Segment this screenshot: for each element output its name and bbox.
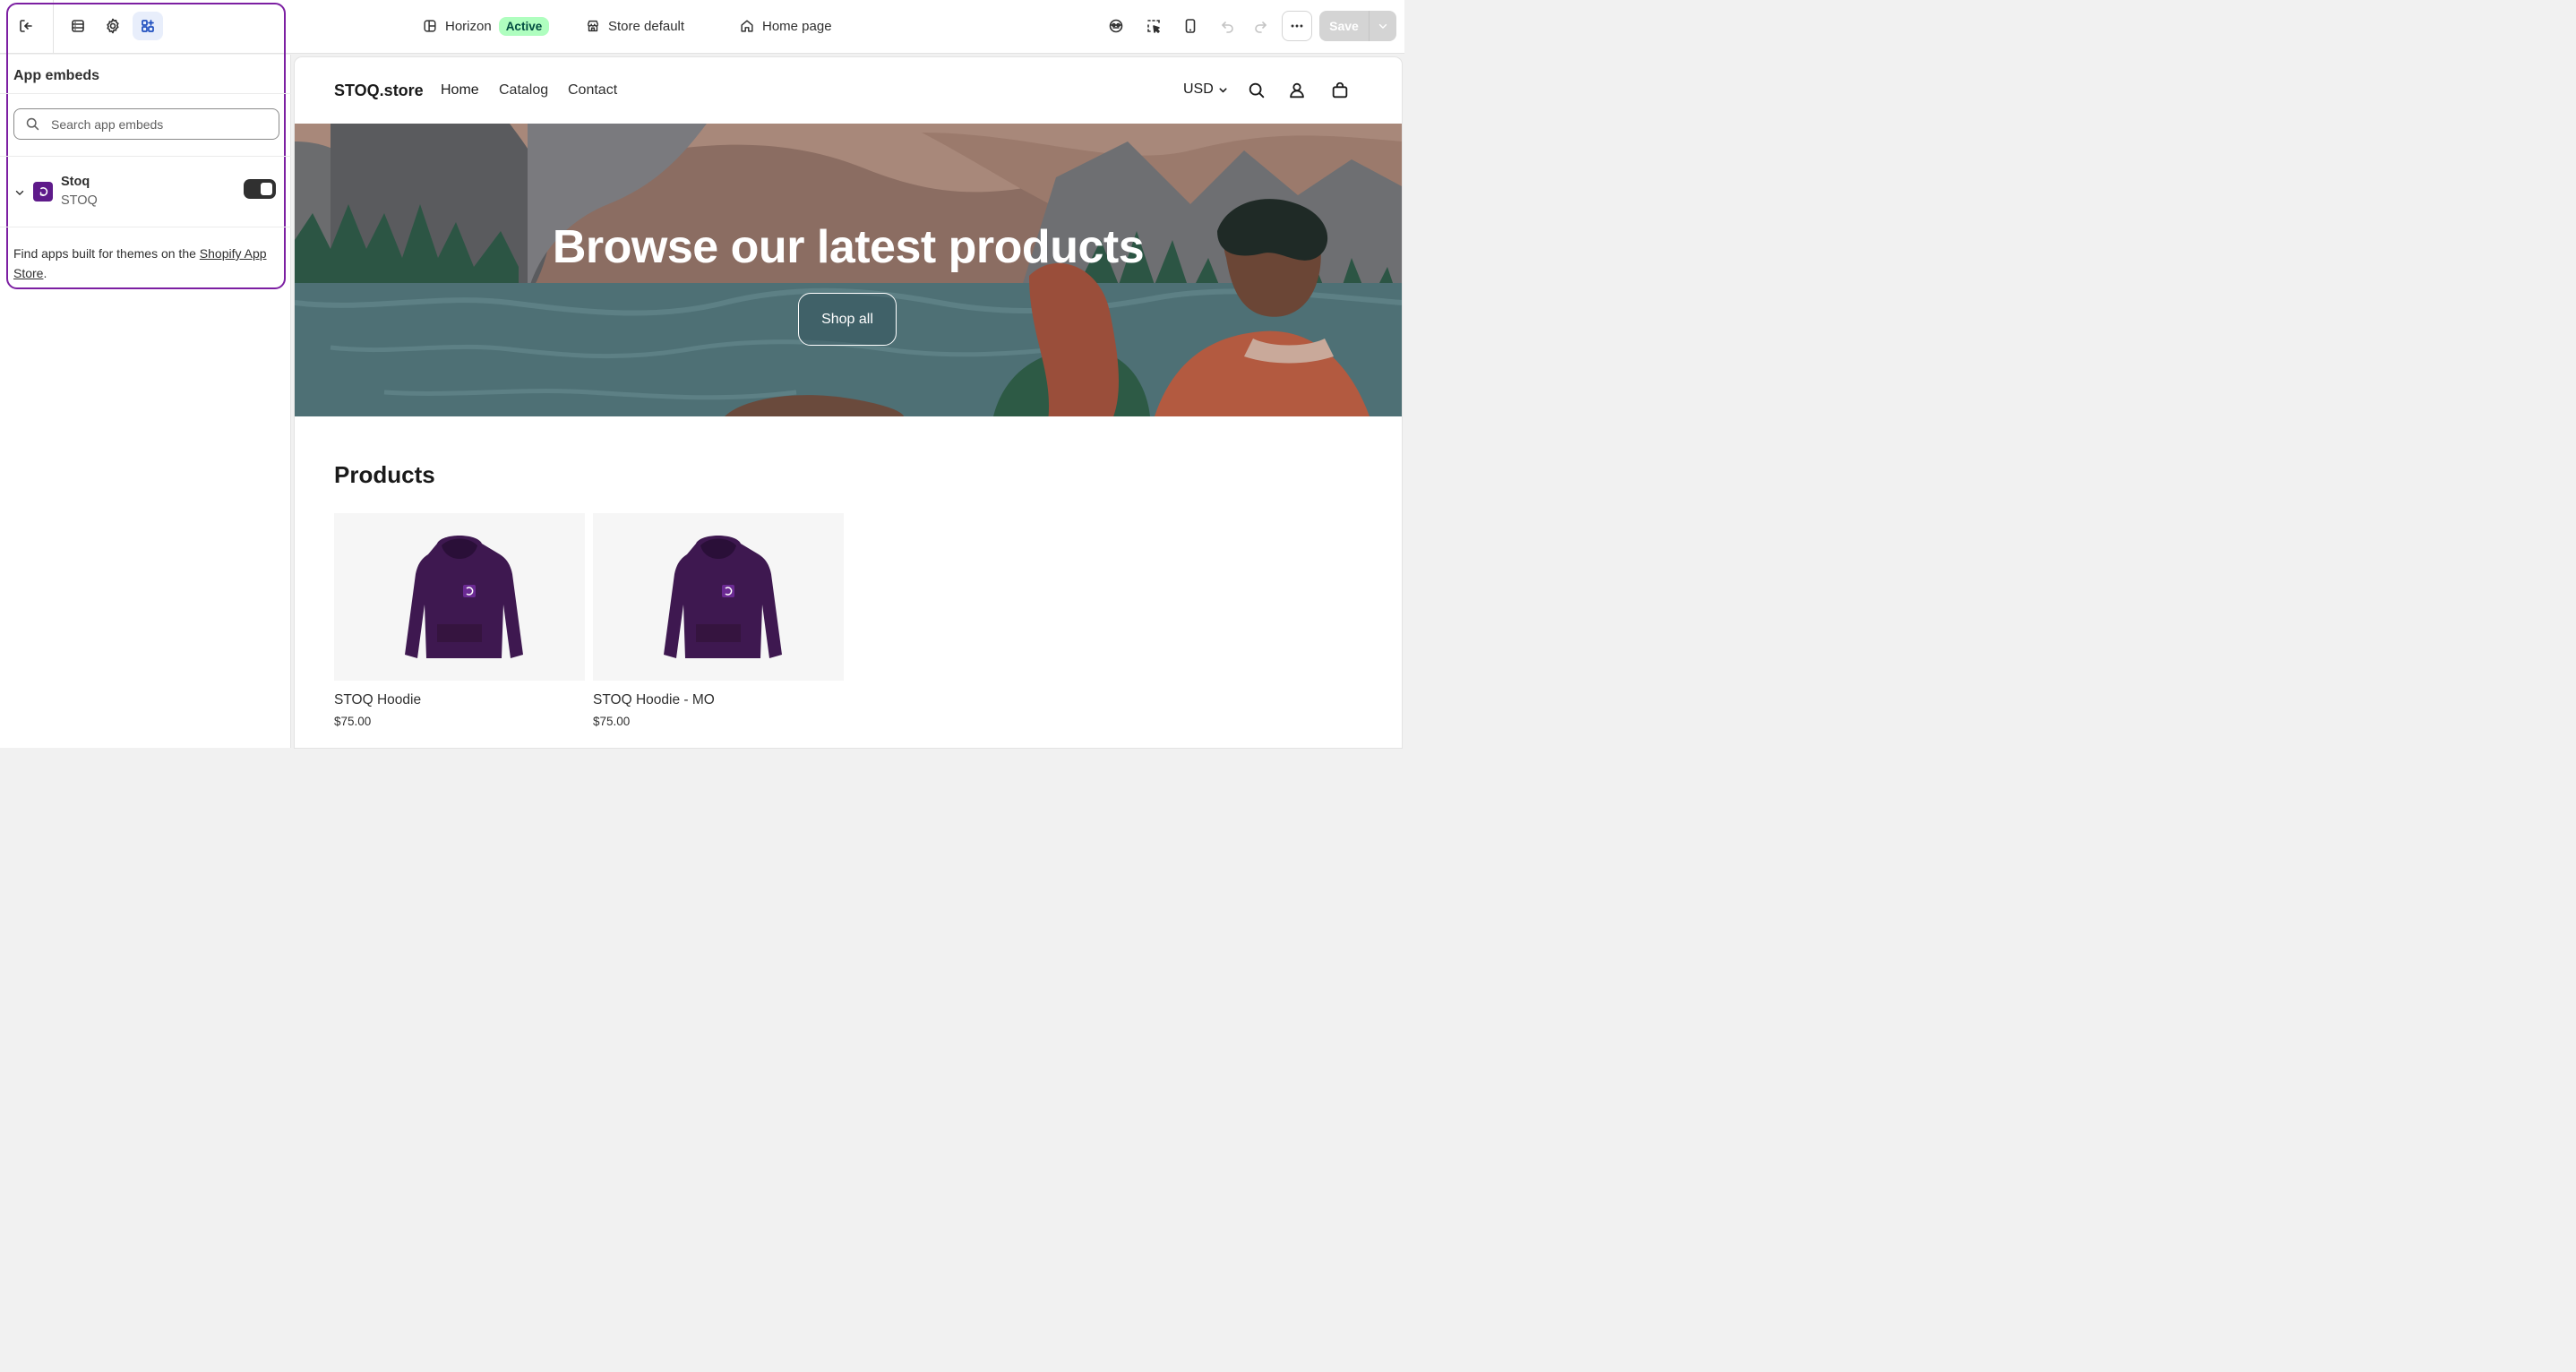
sections-button[interactable] — [63, 12, 93, 40]
gear-icon — [107, 18, 119, 34]
nav-link-home[interactable]: Home — [441, 82, 479, 99]
search-icon[interactable] — [1247, 81, 1267, 100]
app-name: Stoq — [61, 175, 90, 189]
theme-name: Horizon — [445, 18, 492, 34]
editor-topbar: Horizon Active Store default Home page S… — [0, 0, 1404, 54]
hoodie-image-icon — [664, 536, 782, 658]
search-app-embeds — [13, 108, 279, 140]
theme-selector[interactable]: Horizon Active — [422, 13, 550, 39]
ellipsis-icon — [1291, 24, 1303, 28]
page-template-selector[interactable]: Home page — [739, 13, 832, 39]
hoodie-image-icon — [405, 536, 523, 658]
sections-icon — [72, 20, 84, 32]
store-context-selector[interactable]: Store default — [585, 13, 684, 39]
currency-selector[interactable]: USD — [1183, 81, 1229, 98]
hero-title: Browse our latest products — [552, 221, 1145, 273]
stoq-logo-icon — [33, 182, 53, 202]
nav-link-contact[interactable]: Contact — [568, 82, 617, 99]
chevron-down-icon — [1378, 23, 1387, 29]
app-vendor: STOQ — [61, 193, 98, 208]
theme-status-badge: Active — [498, 16, 550, 36]
undo-icon — [1222, 21, 1233, 33]
app-embeds-button[interactable] — [133, 12, 163, 40]
save-button-group: Save — [1319, 11, 1396, 41]
product-price: $75.00 — [593, 715, 631, 728]
app-store-note-suffix: . — [43, 266, 47, 280]
cursor-select-icon — [1147, 20, 1160, 33]
store-icon — [587, 20, 599, 32]
toggle-knob — [261, 183, 272, 195]
layout-icon — [424, 20, 436, 32]
inspector-icon — [1109, 19, 1123, 33]
panel-divider — [0, 93, 291, 94]
mobile-icon — [1185, 19, 1196, 33]
select-element-button[interactable] — [1138, 12, 1169, 40]
hero-banner: Browse our latest products Shop all — [295, 124, 1402, 416]
currency-label: USD — [1183, 81, 1214, 97]
theme-settings-button[interactable] — [98, 12, 128, 40]
mobile-preview-button[interactable] — [1175, 12, 1206, 40]
cart-bag-icon[interactable] — [1330, 81, 1350, 100]
save-options-button[interactable] — [1370, 11, 1396, 41]
topbar-divider — [53, 0, 54, 54]
product-card[interactable]: STOQ Hoodie - MO $75.00 — [593, 513, 844, 728]
nav-link-catalog[interactable]: Catalog — [499, 82, 548, 99]
page-template-label: Home page — [762, 18, 832, 34]
store-header: STOQ.store Home Catalog Contact USD — [295, 57, 1402, 124]
shop-all-button[interactable]: Shop all — [798, 293, 897, 346]
product-image[interactable] — [593, 513, 844, 681]
more-actions-button[interactable] — [1282, 11, 1312, 41]
editor-sidebar — [0, 55, 291, 748]
redo-button[interactable] — [1245, 12, 1275, 40]
account-icon[interactable] — [1287, 81, 1307, 100]
product-price: $75.00 — [334, 715, 372, 728]
apps-icon — [142, 20, 154, 32]
app-embed-item-stoq[interactable]: Stoq STOQ — [13, 173, 279, 212]
search-input[interactable] — [51, 116, 266, 132]
app-embed-toggle[interactable] — [244, 179, 276, 199]
product-name[interactable]: STOQ Hoodie — [334, 692, 421, 708]
chevron-down-icon — [1219, 87, 1227, 92]
store-brand[interactable]: STOQ.store — [334, 81, 424, 100]
store-context-label: Store default — [608, 18, 685, 34]
save-button[interactable]: Save — [1319, 11, 1370, 41]
exit-icon — [20, 20, 32, 32]
product-name[interactable]: STOQ Hoodie - MO — [593, 692, 715, 708]
product-image[interactable] — [334, 513, 585, 681]
storefront-preview: STOQ.store Home Catalog Contact USD Brow… — [295, 57, 1402, 748]
app-store-note-prefix: Find apps built for themes on the — [13, 246, 200, 261]
home-icon — [741, 20, 753, 32]
panel-title: App embeds — [13, 68, 100, 83]
redo-icon — [1255, 21, 1267, 33]
search-divider — [0, 156, 291, 157]
search-icon — [26, 117, 39, 131]
undo-button[interactable] — [1213, 12, 1243, 40]
chevron-down-icon[interactable] — [13, 186, 26, 199]
exit-editor-button[interactable] — [11, 12, 41, 40]
products-heading: Products — [334, 461, 435, 488]
preview-inspector-button[interactable] — [1101, 12, 1131, 40]
app-store-note: Find apps built for themes on the Shopif… — [13, 244, 282, 283]
product-card[interactable]: STOQ Hoodie $75.00 — [334, 513, 585, 728]
